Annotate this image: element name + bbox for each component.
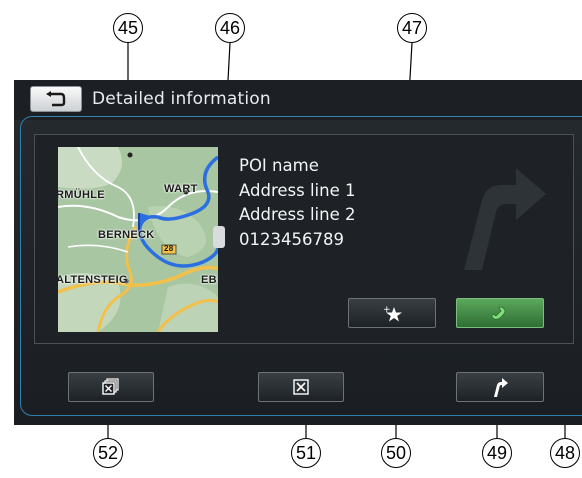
back-arrow-icon	[46, 91, 66, 107]
road-number-shield: 28	[164, 244, 174, 253]
poi-address-line-1: Address line 1	[239, 180, 356, 200]
call-button[interactable]	[456, 298, 544, 328]
map-label-town: RMÜHLE	[58, 189, 105, 201]
callout-47: 47	[397, 13, 427, 43]
callout-50: 50	[381, 438, 411, 468]
start-route-button[interactable]	[456, 372, 544, 402]
callout-51: 51	[291, 438, 321, 468]
poi-phone: 0123456789	[239, 229, 344, 249]
map-label-town: BERNECK	[98, 229, 155, 241]
add-favorite-button[interactable]: +	[348, 298, 436, 328]
poi-address-line-2: Address line 2	[239, 205, 356, 224]
callout-48: 48	[550, 438, 580, 468]
back-button[interactable]	[30, 86, 82, 112]
callout-49: 49	[482, 438, 512, 468]
nav-screen: Detailed information RMÜHLE WART BERNECK…	[14, 80, 582, 425]
map-label-town: EB	[201, 274, 217, 286]
delete-button[interactable]	[258, 372, 344, 402]
map-preview[interactable]: RMÜHLE WART BERNECK ALTENSTEIG EB 28	[58, 147, 218, 332]
map-label-town: ALTENSTEIG	[58, 274, 128, 286]
page-title: Detailed information	[92, 89, 271, 109]
poi-details: POI name Address line 1 Address line 2 0…	[239, 154, 355, 252]
callout-45: 45	[113, 13, 143, 43]
phone-handset-icon	[491, 306, 506, 320]
map-label-town: WART	[164, 183, 198, 195]
poi-name: POI name	[239, 156, 319, 175]
map-scroll-handle[interactable]	[213, 226, 225, 248]
route-arrow-icon	[494, 378, 508, 397]
add-favorite-star-icon: +	[383, 305, 402, 322]
delete-all-icon	[102, 378, 119, 395]
callout-46: 46	[215, 13, 245, 43]
delete-all-button[interactable]	[68, 372, 154, 402]
delete-x-icon	[293, 379, 309, 395]
callout-52: 52	[93, 438, 123, 468]
turn-arrow-watermark-icon	[464, 168, 546, 270]
